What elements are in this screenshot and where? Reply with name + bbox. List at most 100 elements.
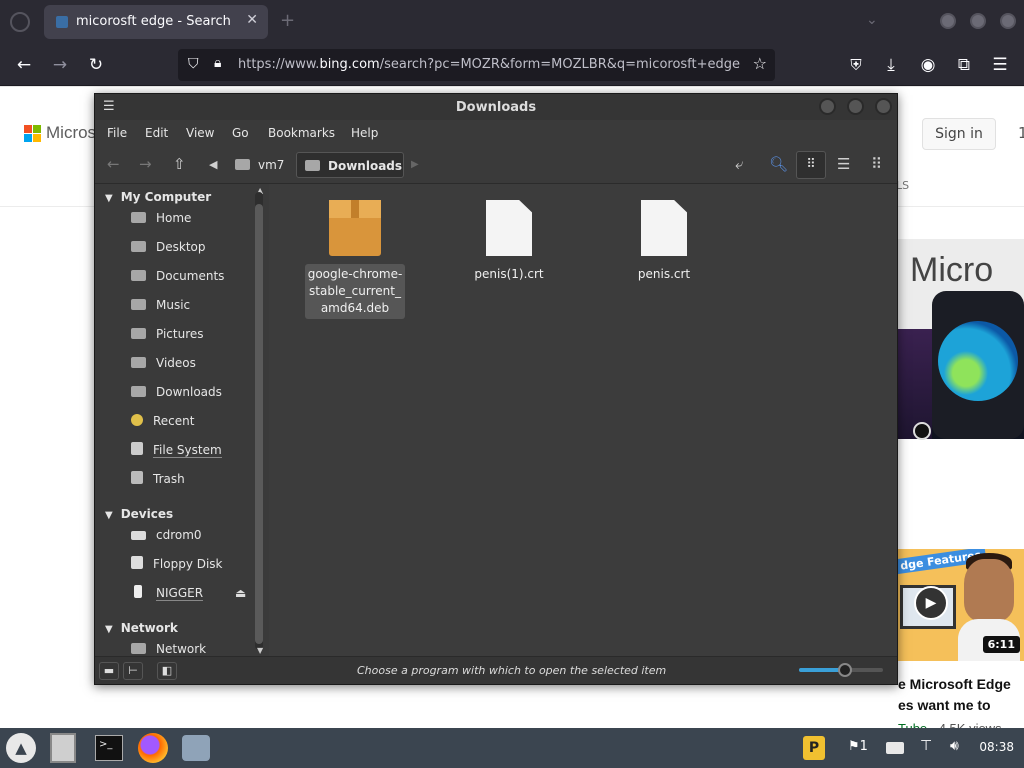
optical-drive-icon [131,531,146,540]
play-icon[interactable]: ▶ [914,586,948,620]
chevron-down-icon: ▼ [105,624,113,635]
terminal-icon[interactable]: >_ [95,735,123,761]
close-tab-icon[interactable]: ✕ [246,12,258,28]
sidebar-item-cdrom0[interactable]: cdrom0 [131,524,265,546]
sidebar-item-home[interactable]: Home [131,207,265,229]
sidebar-item-network[interactable]: Network [131,642,265,656]
minimize-window-icon[interactable] [940,13,956,29]
sidebar-item-recent[interactable]: Recent [131,410,265,432]
chevron-left-icon[interactable]: ◀ [209,158,217,171]
notifications-count: 1 [859,739,868,754]
folder-icon [305,160,320,171]
list-view-icon[interactable]: ☰ [837,155,850,173]
display-icon[interactable] [886,742,904,754]
sidebar-item-downloads[interactable]: Downloads [131,381,265,403]
breadcrumb-downloads[interactable]: Downloads [296,152,404,178]
notifications-icon[interactable]: ⚑1 [848,739,868,754]
sidebar-item-floppy-disk[interactable]: Floppy Disk [131,553,265,575]
thumbnail-text: Micro [910,251,994,289]
firefox-view-icon[interactable] [10,12,30,32]
usb-drive-icon [134,585,142,598]
downloads-icon[interactable]: ⤓ [878,53,904,77]
start-menu-icon[interactable]: ▲ [6,733,36,763]
url-bar[interactable]: ⛉ 🔒︎ https://www.bing.com/search?pc=MOZR… [178,49,775,81]
new-tab-icon[interactable]: + [280,10,295,31]
account-icon[interactable]: ◉ [915,53,941,77]
scroll-down-icon[interactable]: ▼ [257,646,263,655]
clock[interactable]: 08:38 [979,740,1014,754]
sidebar-item-videos[interactable]: Videos [131,352,265,374]
sidebar-section-my-computer[interactable]: ▼ My Computer [105,190,211,204]
maximize-icon[interactable] [847,98,864,115]
pocket-icon[interactable]: ⛨ [843,53,869,77]
back-arrow-icon[interactable]: ← [11,53,37,77]
breadcrumb-vm7[interactable]: vm7 [235,152,284,178]
sidebar-item-desktop[interactable]: Desktop [131,236,265,258]
forward-arrow-icon[interactable]: → [139,155,152,173]
close-icon[interactable] [875,98,892,115]
menu-hamburger-icon[interactable]: ☰ [987,53,1013,77]
network-icon[interactable]: ⊤ [920,738,932,754]
video-thumbnail[interactable]: dge Features ▶ 6:11 [896,549,1024,661]
menu-bar: File Edit View Go Bookmarks Help [95,120,897,146]
sidebar-item-trash[interactable]: Trash [131,468,265,490]
lock-icon[interactable]: 🔒︎ [214,55,221,71]
music-folder-icon [131,299,146,310]
menu-help[interactable]: Help [351,126,378,140]
file-item-crt-2[interactable]: penis.crt [614,200,714,285]
busy-cursor-icon [913,422,931,440]
sidebar-section-devices[interactable]: ▼ Devices [105,507,173,521]
sign-in-button[interactable]: Sign in [922,118,996,150]
maximize-window-icon[interactable] [970,13,986,29]
edge-image-thumbnail[interactable]: Micro [896,239,1024,439]
sidebar-section-network[interactable]: ▼ Network [105,621,178,635]
sidebar-item-pictures[interactable]: Pictures [131,323,265,345]
pastebin-tray-icon[interactable]: P [803,736,825,760]
eject-icon[interactable]: ⏏ [235,586,246,600]
shield-icon[interactable]: ⛉ [188,56,199,72]
file-item-deb[interactable]: google-chrome- stable_current_ amd64.deb [305,200,405,319]
file-item-crt-1[interactable]: penis(1).crt [459,200,559,285]
zoom-slider-handle[interactable] [838,663,853,677]
taskbar: ▲ >_ P ⚑1 ⊤ 🔊︎ 08:38 [0,728,1024,768]
menu-file[interactable]: File [107,126,127,140]
sidebar-scrollbar[interactable] [255,192,263,650]
browser-tab[interactable]: micorosft edge - Search ✕ [44,5,268,39]
file-cabinet-icon[interactable] [50,733,76,763]
reload-icon[interactable]: ↻ [83,53,109,77]
menu-bookmarks[interactable]: Bookmarks [268,126,335,140]
sidebar-item-documents[interactable]: Documents [131,265,265,287]
show-places-button[interactable]: ▬ [99,662,119,680]
terminal-toggle-icon[interactable]: ⤶ [735,155,743,173]
close-window-icon[interactable] [1000,13,1016,29]
chevron-down-icon: ▼ [105,193,113,204]
bookmark-star-icon[interactable]: ☆ [753,54,767,73]
volume-icon[interactable]: 🔊︎ [950,738,959,754]
search-icon[interactable]: 🔍︎ [769,155,788,173]
video-title[interactable]: e Microsoft Edge es want me to [898,674,1024,716]
zoom-slider[interactable] [799,663,883,677]
firefox-icon[interactable] [138,733,168,763]
show-tree-button[interactable]: ⊢ [123,662,143,680]
bing-favicon-icon [56,16,68,28]
rewards-icon[interactable]: 1 [1018,124,1024,142]
minimize-icon[interactable] [819,98,836,115]
file-view[interactable]: google-chrome- stable_current_ amd64.deb… [271,184,931,656]
menu-edit[interactable]: Edit [145,126,168,140]
sidebar-item-music[interactable]: Music [131,294,265,316]
sidebar-item-file-system[interactable]: File System [131,439,265,461]
extensions-icon[interactable]: ⧉ [951,53,977,77]
back-arrow-icon[interactable]: ← [107,155,120,173]
up-arrow-icon[interactable]: ⇧ [173,155,186,173]
menu-view[interactable]: View [186,126,214,140]
microsoft-logo-icon[interactable] [24,125,41,142]
window-titlebar[interactable]: ☰ Downloads [95,94,897,120]
hide-sidebar-button[interactable]: ◧ [157,662,177,680]
tab-list-icon[interactable]: ⌄ [866,12,878,28]
chevron-right-icon[interactable]: ▶ [411,159,419,170]
file-manager-icon[interactable] [182,735,210,761]
icon-view-button[interactable]: ⠿ [796,151,826,179]
compact-view-icon[interactable]: ⠿ [871,155,882,173]
menu-go[interactable]: Go [232,126,249,140]
forward-arrow-icon[interactable]: → [47,53,73,77]
